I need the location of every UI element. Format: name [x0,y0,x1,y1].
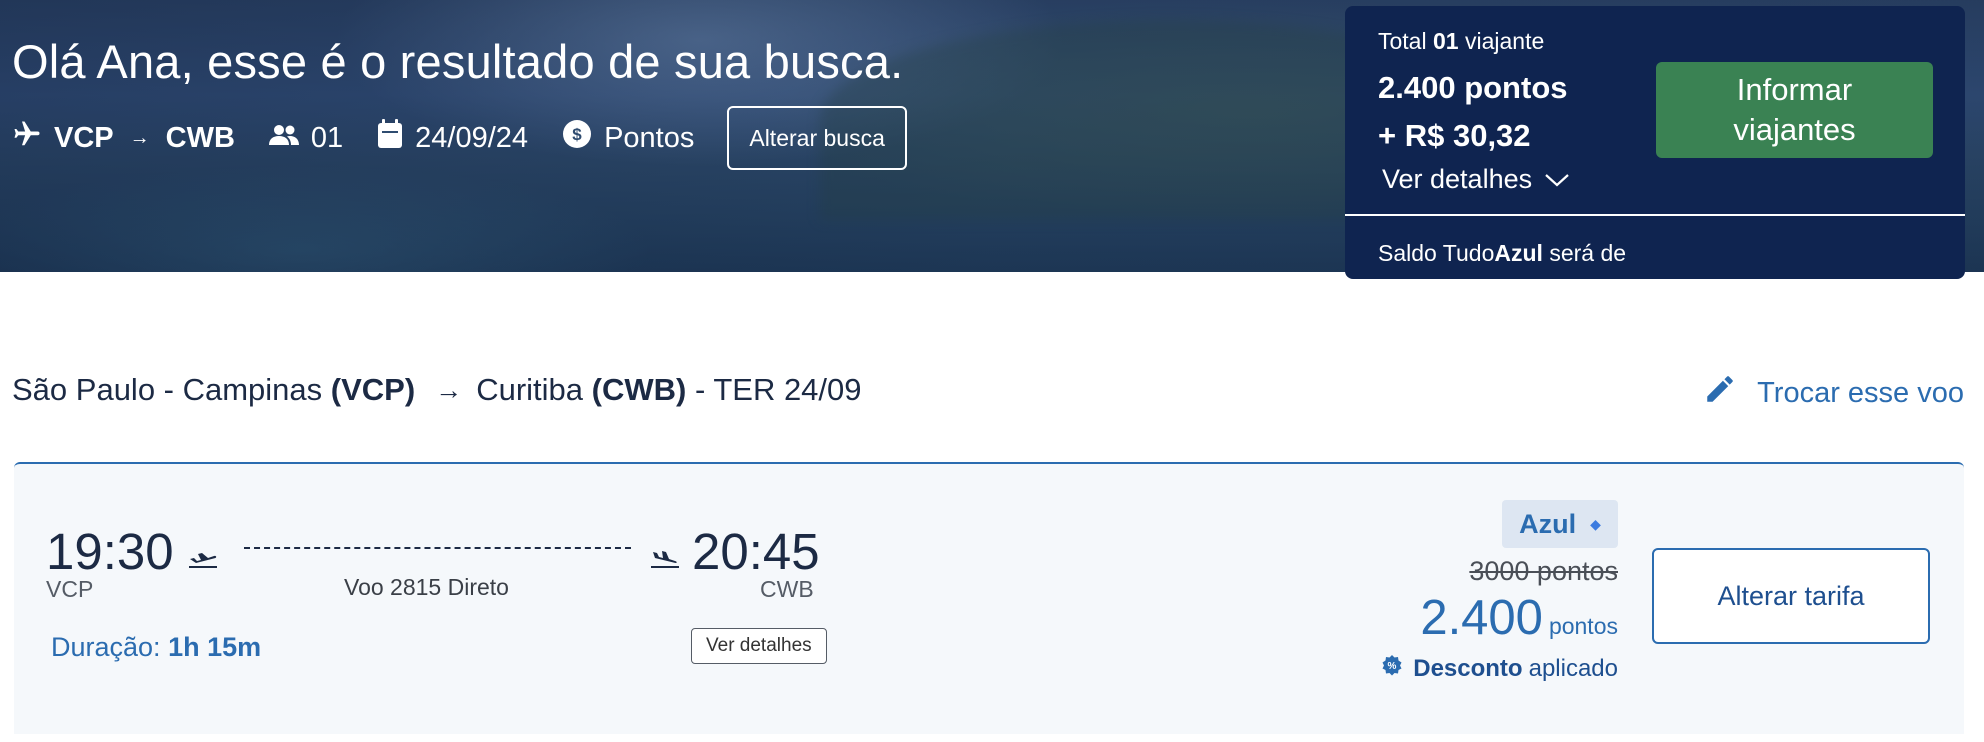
search-date: 24/09/24 [415,121,529,154]
route-dest-code: (CWB) [591,372,687,407]
discount-applied: % Desconto aplicado [1381,654,1618,683]
total-count: 01 [1432,28,1459,54]
alter-search-button[interactable]: Alterar busca [727,106,907,170]
pencil-icon [1703,372,1757,414]
new-price-value: 2.400 [1420,591,1543,645]
search-summary: VCP → CWB 01 24/09/24 $ Pontos Alterar b… [12,106,907,170]
flight-duration: Duração: 1h 15m [51,632,261,663]
discount-bold: Desconto [1413,654,1523,682]
duration-label: Duração: [51,632,161,662]
arrival-code: CWB [760,576,814,602]
passengers-count: 01 [310,121,344,154]
old-price: 3000 pontos [1469,556,1618,586]
inform-line-1: Informar [1736,72,1853,107]
departure-code: VCP [46,576,94,602]
inform-line-2: viajantes [1733,112,1856,147]
total-prefix: Total [1378,28,1427,54]
search-origin: VCP [54,121,114,154]
summary-divider [1345,214,1965,216]
route-origin-code: (VCP) [330,372,416,407]
route-dest-city: Curitiba [476,372,584,407]
departure-time-group: 19:30 [46,522,218,581]
flight-info: Voo 2815 Direto [344,574,509,600]
date-chip: 24/09/24 [377,119,528,157]
saldo-prefix: Saldo Tudo [1378,240,1495,266]
balance-info: Saldo TudoAzul será de [1378,240,1626,267]
payment-type: Pontos [604,121,695,154]
travelers-total: Total 01 viajante [1378,28,1544,55]
search-destination: CWB [165,121,235,154]
saldo-suffix: será de [1549,240,1627,266]
route-arrow: → [129,126,150,149]
search-route: VCP → CWB [12,119,235,157]
page-title: Olá Ana, esse é o resultado de sua busca… [12,35,904,88]
passengers-icon [268,122,311,155]
fare-badge: Azul ◆ [1502,500,1618,548]
alter-fare-button[interactable]: Alterar tarifa [1652,548,1930,644]
arrival-time: 20:45 [692,523,820,580]
coin-icon: $ [562,119,604,157]
summary-details-link[interactable]: Ver detalhes [1382,164,1570,195]
discount-badge-icon: % [1381,654,1413,683]
arrival-time-group: 20:45 [650,522,820,581]
new-price-unit: pontos [1548,613,1618,639]
duration-value: 1h 15m [168,632,262,662]
total-suffix: viajante [1464,28,1545,54]
inform-travelers-button[interactable]: Informar viajantes [1656,62,1933,158]
change-flight-label: Trocar esse voo [1757,376,1964,409]
new-price: 2.400 pontos [1420,590,1618,646]
svg-text:$: $ [572,125,582,144]
fare-name: Azul [1519,508,1577,539]
svg-text:%: % [1388,661,1397,672]
takeoff-icon [188,522,218,581]
saldo-brand: Azul [1494,240,1543,266]
discount-rest: aplicado [1528,654,1618,682]
landing-icon [650,522,680,581]
airplane-icon [12,119,54,157]
departure-time: 19:30 [46,523,174,580]
calendar-icon [377,119,415,157]
route-heading: São Paulo - Campinas (VCP) → Curitiba (C… [12,372,862,408]
summary-cash: + R$ 30,32 [1378,118,1531,153]
route-arrow-icon: → [435,374,463,405]
summary-points: 2.400 pontos [1378,70,1568,105]
passengers-chip: 01 [268,121,344,155]
flight-details-button[interactable]: Ver detalhes [691,628,827,664]
diamond-icon: ◆ [1590,515,1601,532]
flight-card: 19:30 VCP Voo 2815 Direto 20:45 CWB Dura… [14,462,1964,734]
booking-summary-card: Total 01 viajante 2.400 pontos + R$ 30,3… [1345,6,1965,279]
summary-price: 2.400 pontos + R$ 30,32 [1378,64,1568,160]
chevron-down-icon [1532,164,1570,195]
route-origin-city: São Paulo - Campinas [12,372,323,407]
change-flight-link[interactable]: Trocar esse voo [1703,372,1964,414]
flight-path-line [244,547,631,549]
payment-chip: $ Pontos [562,119,694,157]
route-date: - TER 24/09 [694,372,862,407]
summary-details-label: Ver detalhes [1382,164,1533,194]
